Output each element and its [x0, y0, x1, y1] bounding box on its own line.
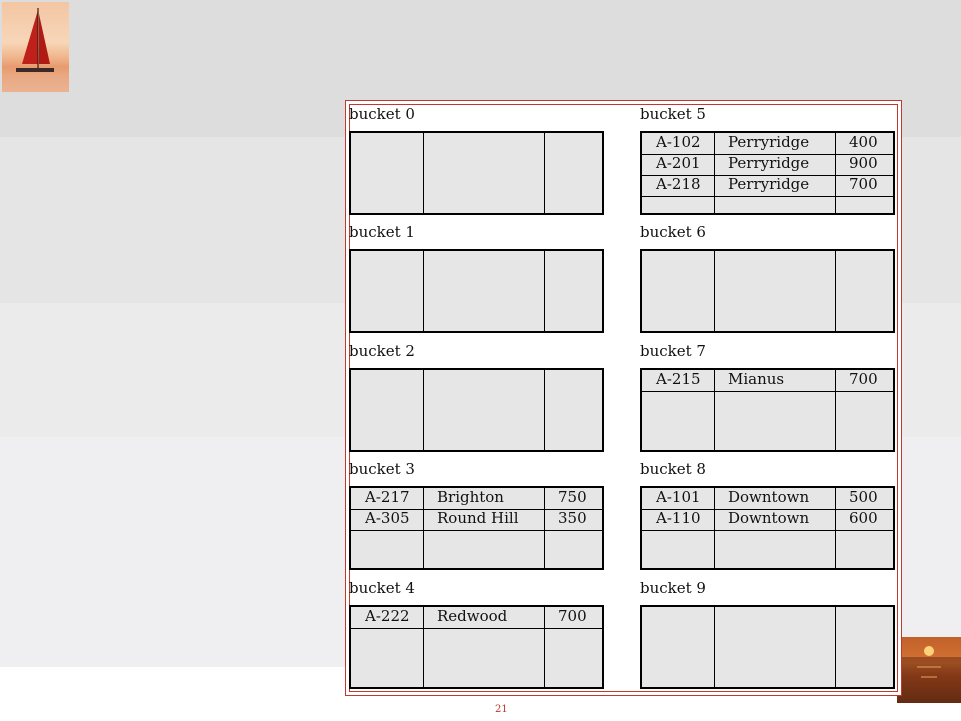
bucket-label: bucket 8	[640, 460, 706, 478]
column-divider	[544, 133, 545, 213]
page-number: 21	[495, 704, 508, 715]
account-number-cell: A-305	[365, 509, 410, 527]
column-divider	[835, 488, 836, 568]
account-number-cell: A-201	[656, 154, 701, 172]
account-number-cell: A-110	[656, 509, 701, 527]
column-divider	[835, 370, 836, 450]
bucket-box: A-102 Perryridge 400 A-201 Perryridge 900 A-21…	[640, 131, 895, 215]
bucket-label: bucket 4	[349, 579, 415, 597]
bucket-label: bucket 9	[640, 579, 706, 597]
bucket-box	[349, 249, 604, 333]
balance-cell: 500	[849, 488, 878, 506]
account-number-cell: A-102	[656, 133, 701, 151]
balance-cell: 750	[558, 488, 587, 506]
balance-cell: 350	[558, 509, 587, 527]
bucket-box	[640, 605, 895, 689]
branch-name-cell: Mianus	[728, 370, 785, 388]
bucket-label: bucket 3	[349, 460, 415, 478]
bucket-box: A-222 Redwood 700	[349, 605, 604, 689]
branch-name-cell: Round Hill	[437, 509, 519, 527]
column-divider	[714, 370, 715, 450]
column-divider	[714, 607, 715, 687]
bucket-label: bucket 0	[349, 105, 415, 123]
column-divider	[714, 488, 715, 568]
column-divider	[423, 488, 424, 568]
balance-cell: 400	[849, 133, 878, 151]
bucket-box	[640, 249, 895, 333]
column-divider	[423, 370, 424, 450]
column-divider	[544, 607, 545, 687]
branch-name-cell: Brighton	[437, 488, 504, 506]
account-number-cell: A-215	[656, 370, 701, 388]
bucket-box	[349, 131, 604, 215]
bucket-label: bucket 2	[349, 342, 415, 360]
branch-name-cell: Perryridge	[728, 175, 810, 193]
row-divider	[351, 530, 602, 531]
account-number-cell: A-217	[365, 488, 410, 506]
account-number-cell: A-101	[656, 488, 701, 506]
column-divider	[423, 251, 424, 331]
branch-name-cell: Downtown	[728, 488, 810, 506]
bucket-box: A-217 Brighton 750 A-305 Round Hill 350	[349, 486, 604, 570]
row-divider	[642, 196, 893, 197]
bucket-box	[349, 368, 604, 452]
branch-name-cell: Redwood	[437, 607, 508, 625]
column-divider	[714, 133, 715, 213]
bucket-box: A-101 Downtown 500 A-110 Downtown 600	[640, 486, 895, 570]
column-divider	[544, 251, 545, 331]
balance-cell: 700	[849, 370, 878, 388]
bucket-label: bucket 5	[640, 105, 706, 123]
column-divider	[835, 251, 836, 331]
balance-cell: 700	[558, 607, 587, 625]
column-divider	[544, 488, 545, 568]
bucket-box: A-215 Mianus 700	[640, 368, 895, 452]
row-divider	[351, 628, 602, 629]
bucket-label: bucket 1	[349, 223, 415, 241]
branch-name-cell: Perryridge	[728, 133, 810, 151]
column-divider	[835, 607, 836, 687]
branch-name-cell: Downtown	[728, 509, 810, 527]
bucket-label: bucket 6	[640, 223, 706, 241]
row-divider	[642, 530, 893, 531]
balance-cell: 600	[849, 509, 878, 527]
account-number-cell: A-218	[656, 175, 701, 193]
column-divider	[835, 133, 836, 213]
account-number-cell: A-222	[365, 607, 410, 625]
sunset-image	[897, 637, 961, 703]
branch-name-cell: Perryridge	[728, 154, 810, 172]
column-divider	[423, 607, 424, 687]
column-divider	[544, 370, 545, 450]
column-divider	[714, 251, 715, 331]
balance-cell: 700	[849, 175, 878, 193]
row-divider	[642, 391, 893, 392]
balance-cell: 900	[849, 154, 878, 172]
sailboat-image	[2, 2, 69, 92]
bucket-label: bucket 7	[640, 342, 706, 360]
column-divider	[423, 133, 424, 213]
